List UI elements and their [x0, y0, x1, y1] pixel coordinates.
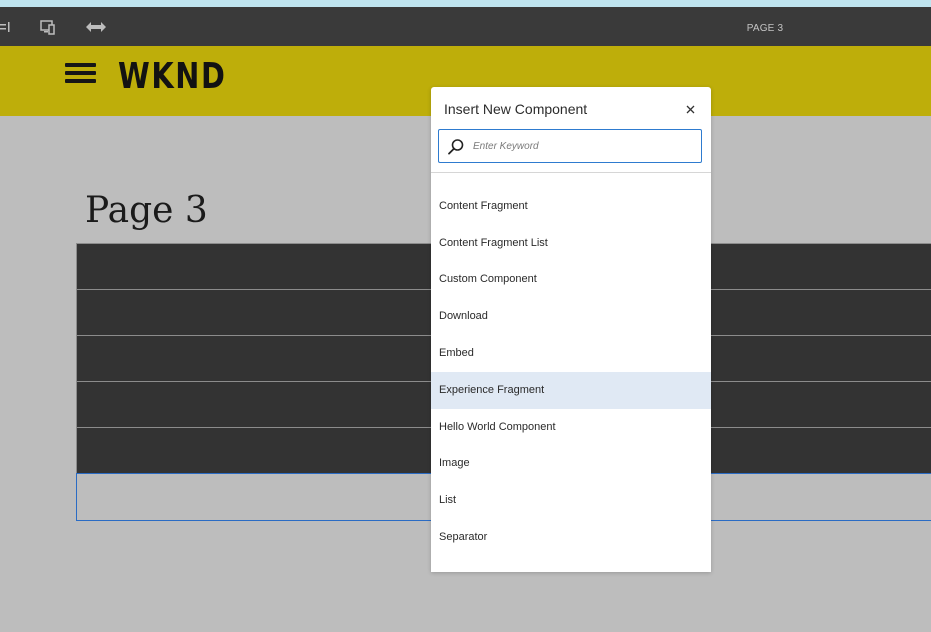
search-field[interactable]	[438, 129, 702, 163]
component-item-experience-fragment[interactable]: Experience Fragment	[431, 371, 711, 409]
component-item-container[interactable]: Container	[431, 173, 711, 188]
component-item-hello-world-component[interactable]: Hello World Component	[431, 409, 711, 446]
component-list[interactable]: Container Content Fragment Content Fragm…	[431, 173, 711, 572]
component-item-separator[interactable]: Separator	[431, 519, 711, 556]
component-item-custom-component[interactable]: Custom Component	[431, 261, 711, 298]
component-item-image[interactable]: Image	[431, 445, 711, 482]
page-label: PAGE 3	[746, 23, 784, 34]
component-item-content-fragment-list[interactable]: Content Fragment List	[431, 225, 711, 262]
browser-top-strip	[0, 0, 931, 7]
device-preview-icon[interactable]	[38, 7, 58, 46]
resize-arrows-icon[interactable]	[84, 7, 108, 46]
panel-toggle-icon[interactable]	[0, 7, 14, 46]
component-item-embed[interactable]: Embed	[431, 335, 711, 372]
dialog-title: Insert New Component	[444, 101, 588, 117]
page-title: Page 3	[85, 190, 208, 231]
component-item-content-fragment[interactable]: Content Fragment	[431, 188, 711, 225]
component-item-download[interactable]: Download	[431, 298, 711, 335]
hamburger-menu-icon[interactable]	[63, 60, 97, 86]
insert-component-dialog: Insert New Component Container Content F…	[431, 87, 711, 572]
editor-toolbar: PAGE 3	[0, 7, 931, 46]
site-logo[interactable]: WKND	[118, 56, 227, 97]
search-input[interactable]	[473, 130, 693, 162]
close-icon[interactable]	[683, 102, 697, 116]
search-icon	[448, 139, 464, 155]
component-item-list[interactable]: List	[431, 482, 711, 519]
